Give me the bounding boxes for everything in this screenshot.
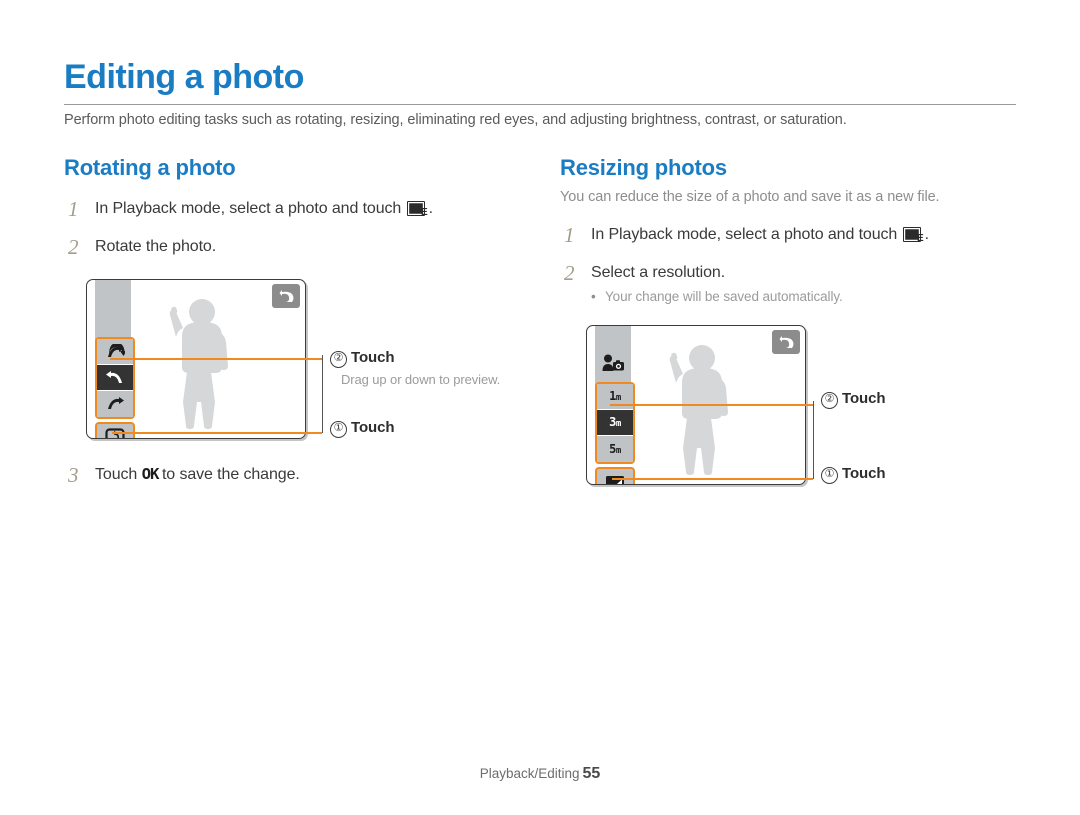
- resolution-menu[interactable]: 1m 3m 5m: [595, 382, 635, 464]
- step-sub-bullet: Your change will be saved automatically.: [591, 289, 1030, 306]
- section-resizing-photos: Resizing photos You can reduce the size …: [560, 155, 1030, 306]
- callout-number: ②: [330, 351, 347, 368]
- footer-section-label: Playback/Editing: [479, 766, 580, 781]
- rotate-confirm-icon[interactable]: [95, 422, 135, 438]
- section-subtitle-resizing: You can reduce the size of a photo and s…: [560, 189, 940, 205]
- back-arrow-icon[interactable]: [272, 284, 300, 308]
- resize-icon[interactable]: [595, 467, 635, 484]
- callout-1-left: ① Touch: [330, 419, 394, 438]
- resolution-unit: m: [615, 445, 621, 456]
- footer-page-number: 55: [582, 765, 601, 782]
- section-heading-rotating: Rotating a photo: [64, 155, 236, 180]
- person-camera-icon: [595, 348, 631, 378]
- callout-label: Touch: [842, 465, 886, 482]
- step-item: 1 In Playback mode, select a photo and t…: [64, 197, 534, 221]
- callout-label: Touch: [351, 349, 395, 366]
- leader-line-1-right: [612, 478, 813, 480]
- section-heading-resizing: Resizing photos: [560, 155, 727, 180]
- manual-page: Editing a photo Perform photo editing ta…: [0, 0, 1080, 815]
- rotate-menu[interactable]: [95, 337, 135, 419]
- rotate-left-icon[interactable]: [97, 365, 133, 391]
- rotate-right-icon[interactable]: [97, 391, 133, 417]
- step-number: 3: [68, 463, 79, 487]
- resolution-value: 1: [609, 389, 616, 403]
- leader-line-2-right: [610, 404, 813, 406]
- step-item: 2 Rotate the photo.: [64, 235, 534, 259]
- callout-number: ①: [821, 467, 838, 484]
- callout-note-left: Drag up or down to preview.: [341, 372, 501, 387]
- section-rotating-a-photo: Rotating a photo 1 In Playback mode, sel…: [64, 155, 534, 259]
- callout-number: ①: [330, 421, 347, 438]
- ok-button-icon: OK: [141, 465, 159, 483]
- footer: Playback/Editing 55: [0, 765, 1080, 783]
- title-divider: [64, 104, 1016, 105]
- resolution-value: 5: [609, 441, 616, 456]
- resolution-unit: m: [615, 393, 621, 403]
- step-item-3-left: 3 Touch OK to save the change.: [64, 463, 515, 487]
- step-text: In Playback mode, select a photo and tou…: [95, 200, 406, 217]
- step-number: 1: [68, 197, 79, 221]
- resolution-option-5m[interactable]: 5m: [597, 436, 633, 462]
- step-text-after: to save the change.: [157, 466, 300, 483]
- callout-number: ②: [821, 392, 838, 409]
- resolution-unit: m: [615, 419, 621, 429]
- step-number: 2: [564, 261, 575, 285]
- page-title: Editing a photo: [64, 58, 304, 96]
- callout-2-right: ② Touch: [821, 390, 885, 409]
- leader-line-2-left: [110, 358, 322, 360]
- step-number: 1: [564, 223, 575, 247]
- resolution-option-3m[interactable]: 3m: [597, 410, 633, 436]
- callout-label: Touch: [351, 419, 395, 436]
- resolution-option-1m[interactable]: 1m: [597, 384, 633, 410]
- step-number: 2: [68, 235, 79, 259]
- step-text: Select a resolution.: [591, 264, 726, 281]
- leader-vert-left: [322, 355, 324, 433]
- rotate-right-down-icon[interactable]: [97, 339, 133, 365]
- back-arrow-icon[interactable]: [772, 330, 800, 354]
- step-text: Touch: [95, 466, 142, 483]
- leader-line-1-left: [112, 432, 322, 434]
- callout-2-left: ② Touch: [330, 349, 394, 368]
- edit-mode-icon: E: [406, 201, 428, 218]
- callout-label: Touch: [842, 390, 886, 407]
- step-item: 2 Select a resolution. Your change will …: [560, 261, 1030, 306]
- edit-mode-icon: E: [902, 227, 924, 244]
- resolution-value: 3: [609, 415, 616, 429]
- callout-1-right: ① Touch: [821, 465, 885, 484]
- step-item: 1 In Playback mode, select a photo and t…: [560, 223, 1030, 247]
- step-text: In Playback mode, select a photo and tou…: [591, 226, 902, 243]
- step-text-after: .: [428, 200, 433, 217]
- step-text: Rotate the photo.: [95, 238, 217, 255]
- leader-vert-right: [813, 401, 815, 479]
- intro-paragraph: Perform photo editing tasks such as rota…: [64, 112, 847, 128]
- step-text-after: .: [924, 226, 929, 243]
